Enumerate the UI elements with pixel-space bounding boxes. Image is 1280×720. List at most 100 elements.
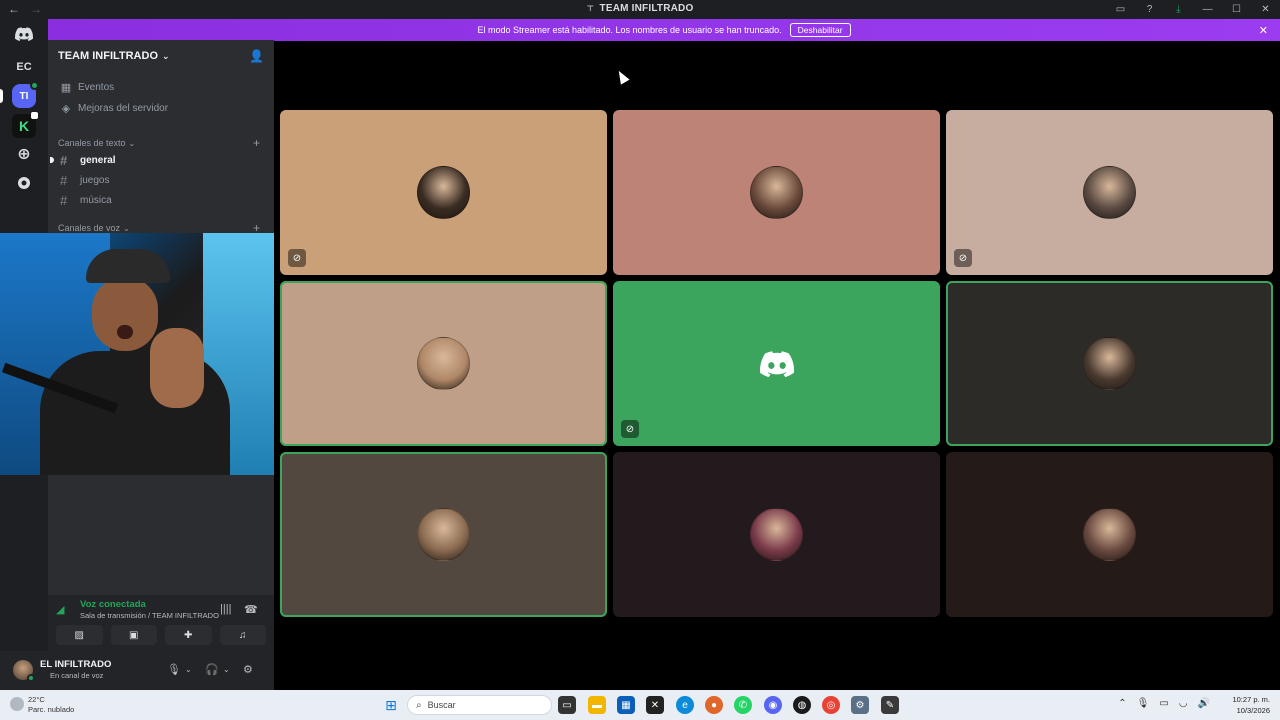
chevron-down-icon: ⌄: [123, 223, 130, 233]
windows-taskbar: 22°C Parc. nublado ⊞ ⌕ Buscar ▭ ▬ ▦ ✕ e …: [0, 690, 1280, 720]
clock-time: 10:27 p. m.: [1232, 695, 1270, 704]
username[interactable]: EL INFILTRADO: [40, 659, 111, 670]
participant-tile[interactable]: [280, 452, 607, 617]
server-ec-label: EC: [16, 61, 32, 73]
app-icon[interactable]: ✎: [881, 696, 899, 714]
display-icon[interactable]: ▭: [1159, 698, 1168, 709]
server-boosts-row[interactable]: ◈ Mejoras del servidor: [60, 99, 168, 117]
help-icon[interactable]: ?: [1135, 0, 1164, 19]
participant-tile[interactable]: ⊘: [280, 110, 607, 275]
status-online-indicator: [27, 674, 35, 682]
search-placeholder: Buscar: [427, 700, 456, 710]
headphones-icon[interactable]: 🎧: [205, 663, 219, 676]
mic-muted-icon: ⊘: [954, 249, 972, 267]
voice-channels-category[interactable]: Canales de voz ⌄ +: [58, 221, 264, 235]
disable-streamer-button[interactable]: Deshabilitar: [789, 23, 851, 37]
taskbar-clock[interactable]: 10:27 p. m. 10/3/2026: [1232, 694, 1270, 716]
explore-icon[interactable]: [12, 171, 36, 195]
whatsapp-icon[interactable]: ✆: [734, 696, 752, 714]
add-server-icon[interactable]: ⊕: [12, 142, 36, 166]
invite-people-icon[interactable]: 👤: [249, 49, 264, 63]
server-k-label: K: [18, 118, 30, 134]
inbox-icon[interactable]: ▭: [1106, 0, 1135, 19]
channel-name: música: [80, 194, 112, 206]
activities-button[interactable]: ✚: [165, 625, 212, 645]
edge-icon[interactable]: e: [676, 696, 694, 714]
participant-tile[interactable]: [613, 452, 940, 617]
hash-icon: #: [60, 152, 68, 168]
participant-tile[interactable]: [946, 281, 1273, 446]
participant-tile[interactable]: ⊘: [613, 281, 940, 446]
participant-tile[interactable]: [280, 281, 607, 446]
close-window-button[interactable]: ✕: [1251, 0, 1280, 19]
window-title-text: TEAM INFILTRADO: [599, 3, 694, 14]
webcam-person-cap: [86, 249, 170, 283]
channel-juegos[interactable]: # juegos: [60, 171, 109, 189]
task-view-icon[interactable]: ▭: [558, 696, 576, 714]
unread-indicator: [50, 157, 54, 163]
minimize-button[interactable]: —: [1193, 0, 1222, 19]
microphone-tray-icon[interactable]: 🎙: [1137, 698, 1150, 709]
server-ti-label: TI: [19, 90, 29, 102]
discord-app: ← → ⊤ TEAM INFILTRADO ▭ ? ⤓ — ☐ ✕ EC TI K…: [0, 0, 1280, 720]
volume-icon[interactable]: 🔊: [1198, 698, 1210, 709]
voice-status-title[interactable]: Voz conectada: [80, 599, 146, 610]
settings-app-icon[interactable]: ⚙: [851, 696, 869, 714]
screen-share-button[interactable]: ▣: [110, 625, 157, 645]
create-channel-icon[interactable]: +: [253, 136, 260, 150]
chevron-down-icon[interactable]: ⌄: [185, 665, 192, 674]
discord-taskbar-icon[interactable]: ◉: [764, 696, 782, 714]
participant-tile[interactable]: ⊘: [946, 110, 1273, 275]
server-ec[interactable]: EC: [12, 55, 36, 79]
store-icon[interactable]: ▦: [617, 696, 635, 714]
avatar: [417, 508, 470, 561]
active-server-pill: [0, 89, 3, 103]
server-team-infiltrado[interactable]: TI: [12, 81, 39, 108]
disconnect-icon[interactable]: ☎: [244, 603, 258, 616]
clock-date: 10/3/2026: [1236, 706, 1270, 715]
maximize-button[interactable]: ☐: [1222, 0, 1251, 19]
chevron-up-icon[interactable]: ⌃: [1118, 698, 1126, 709]
text-category-label: Canales de texto: [58, 138, 126, 148]
soundboard-button[interactable]: ♫: [219, 625, 266, 645]
obs-icon[interactable]: ◍: [793, 696, 811, 714]
channel-name: general: [80, 154, 116, 166]
user-panel: EL INFILTRADO En canal de voz 🎙 ⌄ 🎧 ⌄ ⚙: [0, 651, 274, 690]
streamer-mode-banner: El modo Streamer está habilitado. Los no…: [48, 19, 1280, 41]
server-k-badge: [31, 112, 38, 119]
events-row[interactable]: ▦ Eventos: [60, 78, 114, 96]
file-explorer-icon[interactable]: ▬: [588, 696, 606, 714]
text-channels-category[interactable]: Canales de texto ⌄ +: [58, 136, 264, 150]
windows-start-icon[interactable]: ⊞: [382, 696, 400, 714]
channel-general[interactable]: # general: [50, 151, 116, 169]
close-icon[interactable]: ✕: [1259, 24, 1268, 37]
weather-widget[interactable]: 22°C Parc. nublado: [10, 695, 74, 715]
participant-tile[interactable]: [613, 110, 940, 275]
participant-tile[interactable]: [946, 452, 1273, 617]
title-bar-actions: ▭ ? ⤓ — ☐ ✕: [1106, 0, 1280, 19]
chevron-down-icon: ⌄: [162, 50, 170, 61]
channel-musica[interactable]: # música: [60, 191, 112, 209]
signal-icon[interactable]: ◢: [56, 603, 64, 616]
hash-icon: #: [60, 192, 68, 208]
server-header[interactable]: TEAM INFILTRADO ⌄ 👤: [48, 40, 274, 72]
noise-suppression-icon[interactable]: ||||: [220, 603, 231, 615]
capcut-icon[interactable]: ✕: [646, 696, 664, 714]
settings-gear-icon[interactable]: ⚙: [243, 663, 253, 676]
discord-home-icon[interactable]: [12, 22, 36, 46]
window-title: ⊤ TEAM INFILTRADO: [0, 3, 1280, 14]
chevron-down-icon[interactable]: ⌄: [223, 665, 230, 674]
voice-location[interactable]: Sala de transmisión / TEAM INFILTRADO: [80, 611, 219, 620]
firefox-icon[interactable]: ●: [705, 696, 723, 714]
avatar: [1083, 166, 1136, 219]
taskbar-search[interactable]: ⌕ Buscar: [407, 695, 552, 715]
camera-off-button[interactable]: ▨: [56, 625, 103, 645]
mic-muted-icon: ⊘: [288, 249, 306, 267]
server-k[interactable]: K: [12, 112, 38, 138]
chrome-icon[interactable]: ◎: [822, 696, 840, 714]
download-icon[interactable]: ⤓: [1164, 0, 1193, 19]
network-icon[interactable]: ◡: [1179, 698, 1188, 709]
events-label: Eventos: [78, 81, 115, 93]
microphone-icon[interactable]: 🎙: [167, 663, 181, 676]
calendar-icon: ▦: [60, 81, 72, 94]
